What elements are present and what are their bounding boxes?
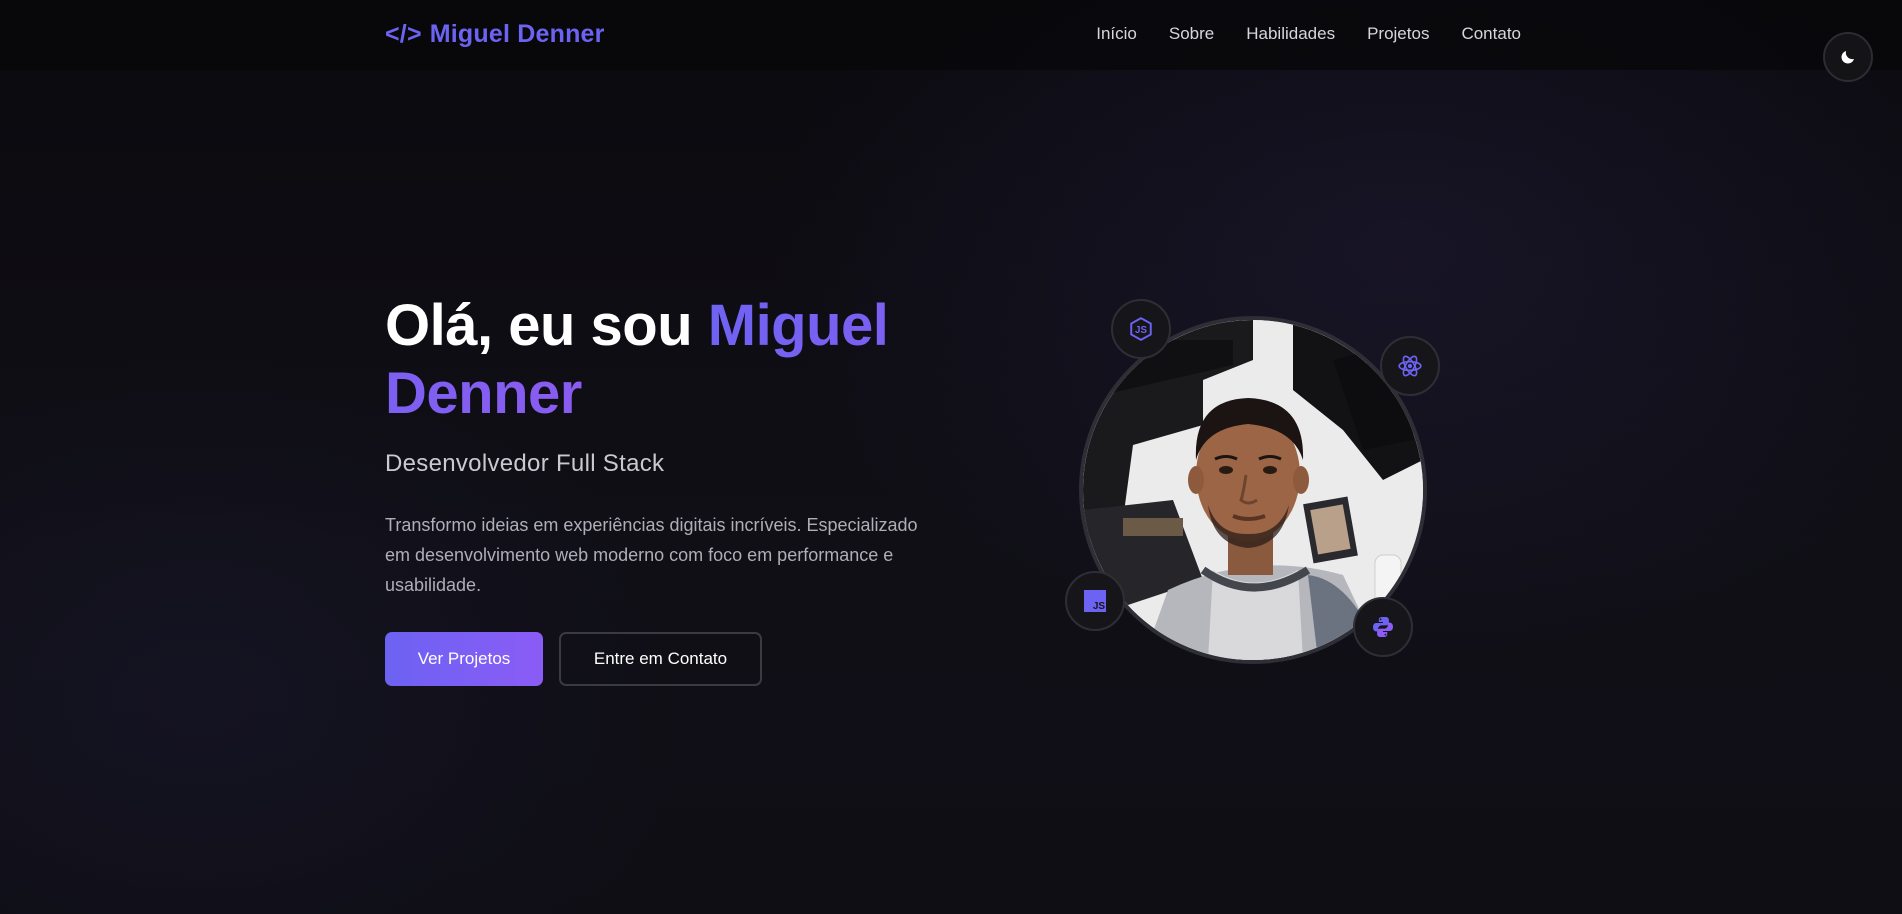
- nav-link-projetos[interactable]: Projetos: [1367, 24, 1429, 44]
- react-badge: [1380, 336, 1440, 396]
- view-projects-button[interactable]: Ver Projetos: [385, 632, 543, 686]
- nodejs-icon: JS: [1130, 317, 1152, 341]
- react-icon: [1398, 355, 1422, 377]
- javascript-badge: JS: [1065, 571, 1125, 631]
- svg-text:JS: JS: [1093, 601, 1106, 612]
- nav-link-sobre[interactable]: Sobre: [1169, 24, 1214, 44]
- logo-symbol: </>: [385, 20, 422, 48]
- python-icon: [1373, 617, 1393, 637]
- moon-icon: [1841, 51, 1854, 64]
- hero-description: Transformo ideias em experiências digita…: [385, 515, 918, 595]
- nav-links: Início Sobre Habilidades Projetos Contat…: [1096, 24, 1521, 44]
- nav-link-inicio[interactable]: Início: [1096, 24, 1137, 44]
- page: </> Miguel Denner Início Sobre Habilidad…: [0, 0, 1902, 914]
- nodejs-badge: JS: [1111, 299, 1171, 359]
- navbar: </> Miguel Denner Início Sobre Habilidad…: [0, 0, 1902, 70]
- svg-text:JS: JS: [1135, 325, 1147, 336]
- logo[interactable]: </> Miguel Denner: [385, 20, 605, 49]
- hero-subtitle: Desenvolvedor Full Stack: [385, 450, 665, 477]
- logo-name: Miguel Denner: [429, 20, 605, 48]
- hero-greeting: Olá, eu sou: [385, 293, 708, 358]
- contact-button[interactable]: Entre em Contato: [559, 632, 762, 686]
- nav-link-habilidades[interactable]: Habilidades: [1246, 24, 1335, 44]
- hero-title: Olá, eu sou Miguel Denner: [385, 292, 945, 428]
- python-badge: [1353, 597, 1413, 657]
- theme-toggle-button[interactable]: [1823, 32, 1873, 82]
- nav-link-contato[interactable]: Contato: [1461, 24, 1521, 44]
- javascript-icon: JS: [1084, 590, 1106, 612]
